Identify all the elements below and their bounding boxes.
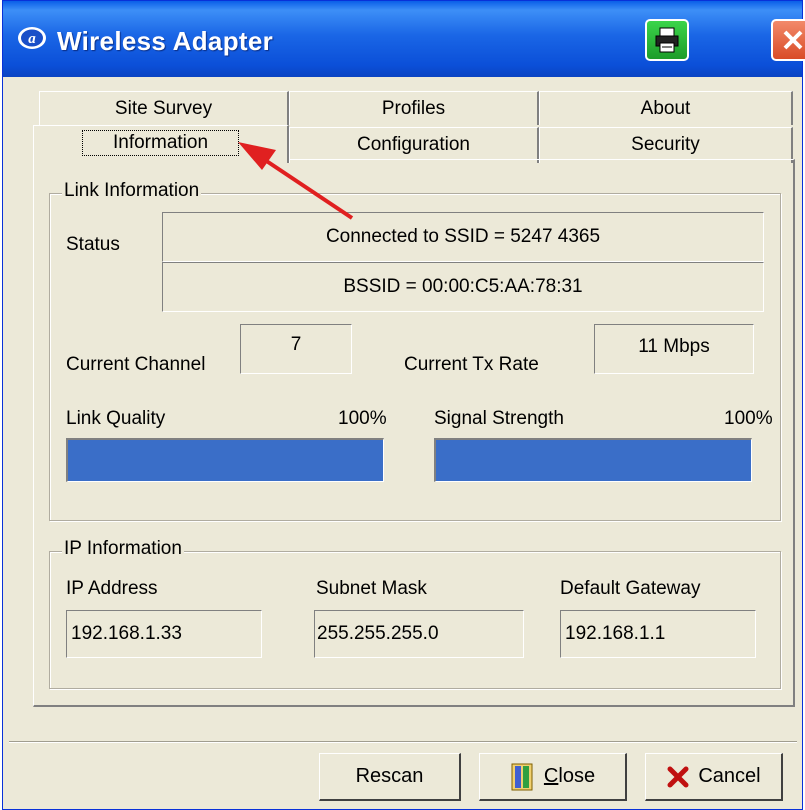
link-quality-fill: [68, 440, 383, 481]
wireless-adapter-window: a Wireless Adapter Site Survey Profiles …: [2, 0, 805, 810]
current-tx-rate-label: Current Tx Rate: [404, 354, 539, 375]
printer-button[interactable]: [645, 19, 689, 61]
tab-profiles[interactable]: Profiles: [289, 91, 539, 125]
status-label: Status: [66, 234, 120, 255]
tab-about[interactable]: About: [539, 91, 793, 125]
default-gateway-label: Default Gateway: [560, 578, 701, 599]
title-bar[interactable]: a Wireless Adapter: [3, 1, 805, 77]
ip-information-group: IP Information IP Address 192.168.1.33 S…: [49, 538, 781, 689]
rescan-button[interactable]: Rescan: [319, 753, 461, 801]
current-channel-field: 7: [240, 324, 352, 374]
tab-label: Site Survey: [114, 98, 213, 119]
rescan-label: Rescan: [355, 765, 424, 787]
bssid-field: BSSID = 00:00:C5:AA:78:31: [162, 262, 764, 312]
cancel-button[interactable]: Cancel: [645, 753, 783, 801]
tab-label: Security: [631, 134, 700, 155]
signal-strength-bar: [434, 438, 752, 482]
footer-separator: [9, 741, 797, 743]
tab-site-survey[interactable]: Site Survey: [39, 91, 289, 125]
close-label: Close: [543, 765, 596, 787]
default-gateway-field: 192.168.1.1: [560, 610, 756, 658]
tab-label: About: [640, 98, 691, 119]
ssid-status-field: Connected to SSID = 5247 4365: [162, 212, 764, 262]
tab-label: Configuration: [356, 134, 471, 155]
tab-label: Profiles: [381, 98, 446, 119]
current-tx-rate-field: 11 Mbps: [594, 324, 754, 374]
tab-label: Information: [81, 130, 240, 156]
link-quality-label: Link Quality: [66, 408, 166, 429]
signal-strength-fill: [436, 440, 751, 481]
current-channel-label: Current Channel: [66, 354, 206, 375]
tab-security[interactable]: Security: [539, 127, 793, 163]
cancel-x-icon: [667, 766, 689, 787]
window-title: Wireless Adapter: [57, 26, 274, 56]
link-quality-value: 100%: [338, 408, 387, 429]
ip-address-field: 192.168.1.33: [66, 610, 262, 658]
subnet-mask-label: Subnet Mask: [316, 578, 427, 599]
tab-information[interactable]: Information: [33, 125, 289, 163]
printer-icon: [655, 27, 679, 53]
signal-strength-label: Signal Strength: [434, 408, 564, 429]
window-close-button[interactable]: [771, 19, 805, 61]
link-information-group: Link Information Status Connected to SSI…: [49, 180, 781, 521]
close-button[interactable]: Close: [479, 753, 627, 801]
link-quality-bar: [66, 438, 384, 482]
svg-text:a: a: [28, 31, 36, 47]
subnet-mask-field: 255.255.255.0: [314, 610, 524, 658]
close-x-icon: [783, 30, 803, 50]
adapter-logo-icon: a: [18, 27, 46, 49]
tab-configuration[interactable]: Configuration: [289, 127, 539, 163]
group-label: IP Information: [62, 538, 184, 560]
ip-address-label: IP Address: [66, 578, 158, 599]
group-label: Link Information: [62, 180, 202, 202]
exit-door-icon: [511, 763, 533, 790]
signal-strength-value: 100%: [724, 408, 773, 429]
cancel-label: Cancel: [698, 765, 761, 787]
